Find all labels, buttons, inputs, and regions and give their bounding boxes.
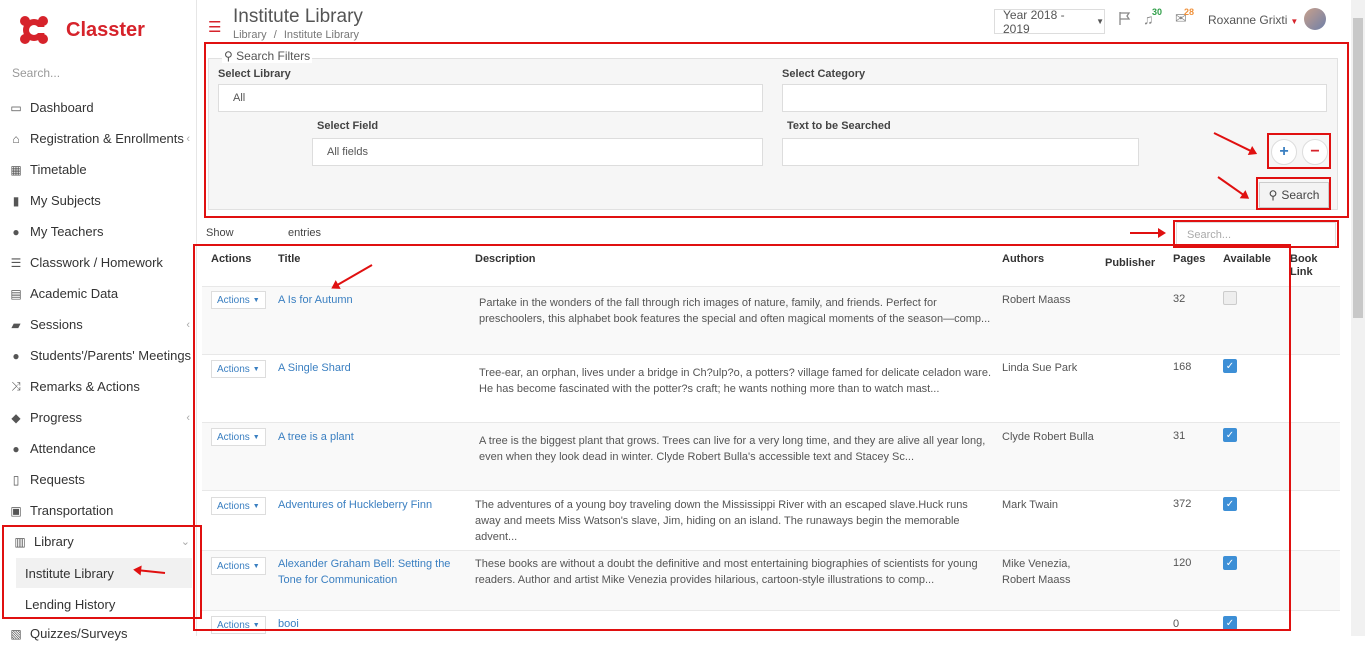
sidebar-item-label: Progress — [30, 410, 83, 425]
caret-down-icon: ▼ — [1290, 17, 1299, 26]
sidebar-item-label: Transportation — [30, 503, 114, 518]
sidebar-item-sessions[interactable]: ▰ Sessions ‹ — [0, 309, 196, 340]
laptop-icon: ▭ — [10, 100, 22, 115]
annotation-box-table — [193, 244, 1291, 631]
user-check-icon: ● — [12, 441, 20, 456]
presentation-icon: ▰ — [11, 317, 21, 332]
sidebar-item-label: Academic Data — [30, 286, 119, 301]
sidebar-item-meetings[interactable]: ● Students'/Parents' Meetings — [0, 340, 196, 371]
sidebar-item-classwork[interactable]: ☰ Classwork / Homework — [0, 247, 196, 278]
annotation-box-search-button — [1256, 177, 1331, 210]
sidebar-item-label: Registration & Enrollments — [30, 131, 184, 146]
institution-icon: ⌂ — [12, 131, 20, 146]
flag-icon[interactable] — [1117, 10, 1133, 26]
entries-label: entries — [288, 227, 322, 239]
breadcrumb-item: Institute Library — [283, 29, 360, 41]
sidebar-item-label: Sessions — [30, 317, 83, 332]
sidebar-item-label: Timetable — [30, 162, 87, 177]
brand-name: Classter — [66, 18, 145, 41]
breadcrumb-separator: / — [273, 29, 277, 41]
classter-logo-icon — [20, 16, 48, 44]
annotation-arrow — [1130, 228, 1166, 238]
annotation-box-plus-minus — [1267, 133, 1331, 169]
notifications-badge: 30 — [1152, 7, 1163, 17]
users-icon: ● — [12, 224, 20, 239]
avatar[interactable] — [1304, 8, 1326, 30]
list-icon: ☰ — [10, 255, 22, 270]
sidebar-item-label: Dashboard — [30, 100, 94, 115]
annotation-box-library-menu — [2, 525, 202, 619]
sidebar-item-registration[interactable]: ⌂ Registration & Enrollments ‹ — [0, 123, 196, 154]
sidebar-item-my-teachers[interactable]: ● My Teachers — [0, 216, 196, 247]
shuffle-icon: ⤨ — [11, 379, 21, 393]
column-header-book-link[interactable]: Book Link — [1290, 253, 1330, 279]
quiz-icon: ▧ — [10, 626, 22, 641]
breadcrumb: Library / Institute Library — [233, 29, 359, 41]
sidebar-item-label: My Teachers — [30, 224, 104, 239]
book-icon: ▮ — [12, 193, 20, 208]
sidebar-item-quizzes[interactable]: ▧ Quizzes/Surveys — [0, 618, 196, 649]
document-icon: ▯ — [12, 472, 20, 487]
sidebar-item-label: Quizzes/Surveys — [30, 626, 128, 641]
user-menu[interactable]: Roxanne Grixti ▼ — [1208, 13, 1298, 27]
year-select[interactable]: Year 2018 - 2019 ▼ — [994, 7, 1105, 36]
sidebar-item-label: Attendance — [30, 441, 96, 456]
meeting-icon: ● — [12, 348, 20, 363]
sidebar-item-dashboard[interactable]: ▭ Dashboard — [0, 92, 196, 123]
messages-badge: 28 — [1184, 7, 1195, 17]
sidebar-item-attendance[interactable]: ● Attendance — [0, 433, 196, 464]
user-name: Roxanne Grixti — [1208, 13, 1288, 27]
page-scrollbar-thumb[interactable] — [1353, 18, 1363, 318]
sidebar-item-transportation[interactable]: ▣ Transportation — [0, 495, 196, 526]
sidebar-item-progress[interactable]: ◆ Progress ‹ — [0, 402, 196, 433]
sidebar-item-label: My Subjects — [30, 193, 101, 208]
hamburger-menu-icon[interactable]: ☰ — [208, 18, 221, 36]
sidebar-item-my-subjects[interactable]: ▮ My Subjects — [0, 185, 196, 216]
page-title: Institute Library — [233, 6, 363, 27]
report-icon: ▤ — [10, 286, 22, 301]
sidebar-item-academic-data[interactable]: ▤ Academic Data — [0, 278, 196, 309]
sidebar-search-input[interactable]: Search... — [12, 66, 60, 80]
annotation-box-filters — [204, 42, 1349, 218]
year-select-value: Year 2018 - 2019 — [1003, 7, 1065, 36]
graduation-cap-icon: ◆ — [11, 410, 21, 425]
caret-down-icon: ▼ — [1096, 17, 1104, 26]
sidebar-item-timetable[interactable]: ▦ Timetable — [0, 154, 196, 185]
sidebar-item-label: Students'/Parents' Meetings — [30, 348, 192, 363]
chevron-left-icon: ‹ — [186, 132, 190, 145]
show-entries-label: Show — [206, 227, 234, 239]
sidebar-item-remarks[interactable]: ⤨ Remarks & Actions — [0, 371, 196, 402]
chevron-left-icon: ‹ — [186, 411, 190, 424]
sidebar-item-label: Remarks & Actions — [30, 379, 140, 394]
sidebar-item-requests[interactable]: ▯ Requests — [0, 464, 196, 495]
sidebar-item-label: Requests — [30, 472, 85, 487]
classter-logo[interactable]: Classter — [16, 8, 196, 52]
calendar-icon: ▦ — [10, 162, 22, 177]
chevron-left-icon: ‹ — [186, 318, 190, 331]
bus-icon: ▣ — [10, 503, 22, 518]
breadcrumb-item[interactable]: Library — [233, 29, 267, 41]
sidebar-item-label: Classwork / Homework — [30, 255, 163, 270]
